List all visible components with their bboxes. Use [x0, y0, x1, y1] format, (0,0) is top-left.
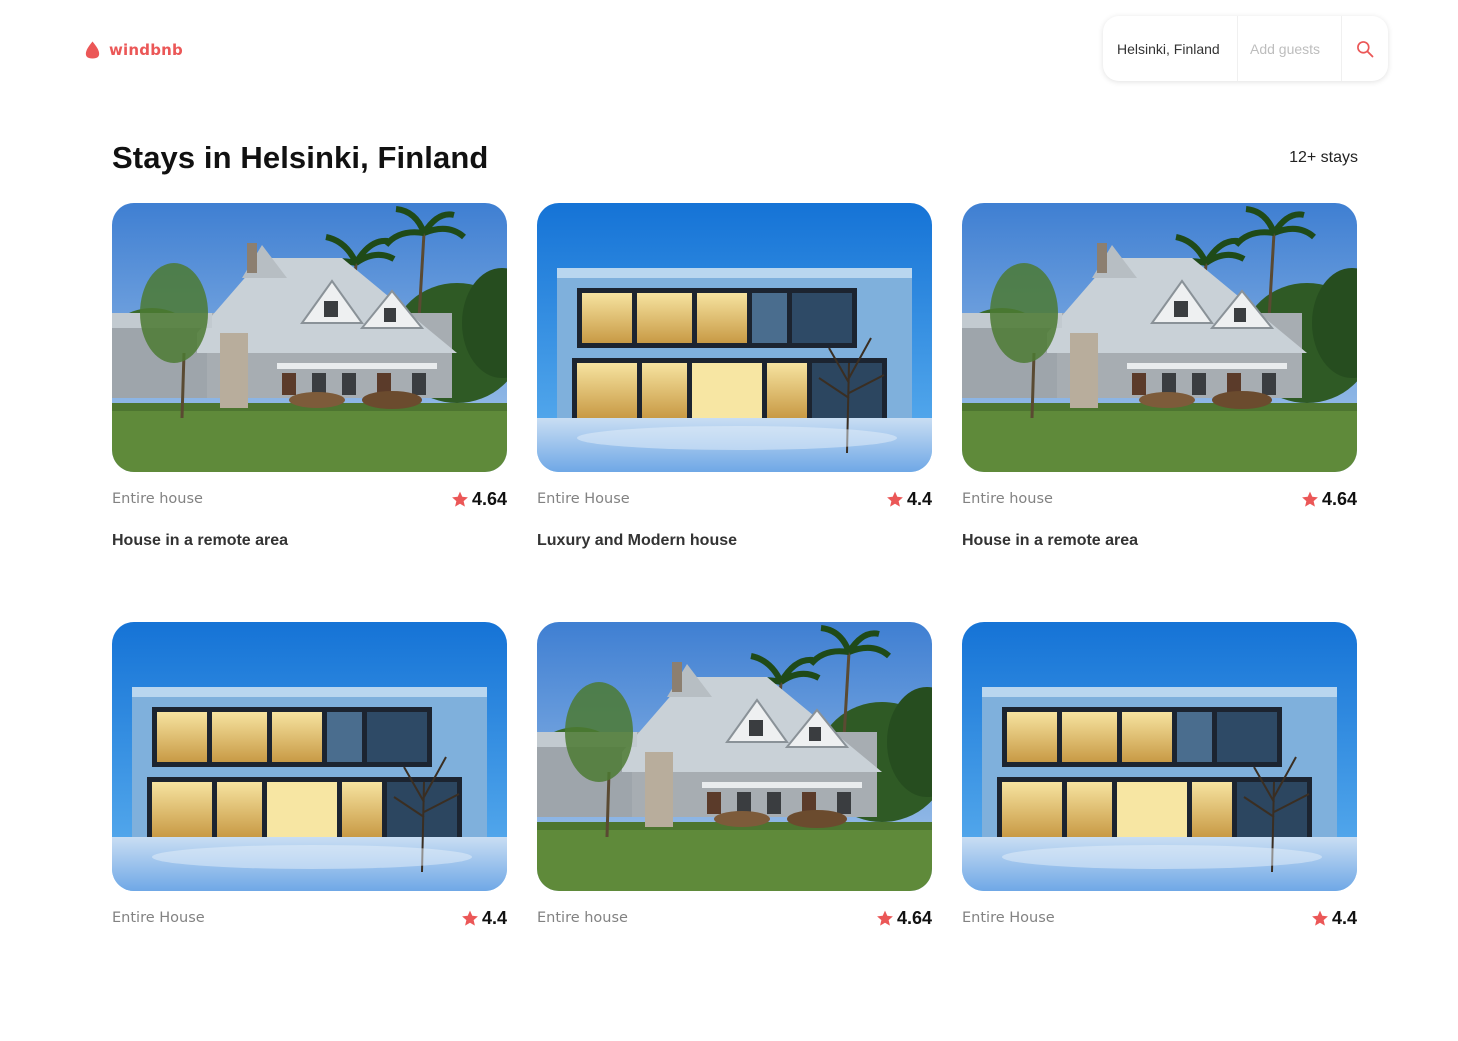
stays-grid: Entire house 4.64 House in a remote area… — [112, 203, 1358, 1041]
stay-rating: 4.64 — [450, 489, 507, 510]
stay-type: Entire house — [962, 491, 1053, 507]
stay-rating: 4.4 — [460, 908, 507, 929]
rating-value: 4.64 — [1321, 488, 1357, 509]
stay-photo[interactable] — [962, 203, 1357, 472]
star-icon — [450, 490, 470, 509]
stay-rating: 4.4 — [885, 489, 932, 510]
page-title: Stays in Helsinki, Finland — [112, 140, 489, 175]
search-bar[interactable]: Helsinki, Finland Add guests — [1103, 16, 1388, 81]
stay-photo[interactable] — [537, 203, 932, 472]
stay-card[interactable]: Entire house 4.64 — [537, 622, 932, 1041]
stay-photo[interactable] — [962, 622, 1357, 891]
stay-card[interactable]: Entire House 4.4 Luxury and Modern house — [537, 203, 932, 622]
star-icon — [460, 909, 480, 928]
stay-card[interactable]: Entire house 4.64 House in a remote area — [962, 203, 1357, 622]
rating-value: 4.4 — [906, 488, 932, 509]
rating-value: 4.4 — [481, 907, 507, 928]
logo-icon — [85, 41, 100, 59]
stay-type: Entire House — [962, 910, 1055, 926]
stay-title[interactable]: House in a remote area — [962, 532, 1138, 550]
search-button[interactable] — [1342, 16, 1388, 81]
stay-photo[interactable] — [537, 622, 932, 891]
stay-card[interactable]: Entire house 4.64 House in a remote area — [112, 203, 507, 622]
star-icon — [885, 490, 905, 509]
brand-logo[interactable]: windbnb — [83, 40, 183, 60]
stay-type: Entire house — [112, 491, 203, 507]
location-field[interactable]: Helsinki, Finland — [1103, 16, 1238, 81]
results-header: Stays in Helsinki, Finland 12+ stays — [112, 140, 1358, 176]
stay-rating: 4.64 — [1300, 489, 1357, 510]
stay-card[interactable]: Entire House 4.4 — [112, 622, 507, 1041]
stay-title[interactable]: Luxury and Modern house — [537, 532, 737, 550]
guests-field[interactable]: Add guests — [1238, 16, 1342, 81]
rating-value: 4.64 — [896, 907, 932, 928]
stay-type: Entire House — [112, 910, 205, 926]
stay-card[interactable]: Entire House 4.4 — [962, 622, 1357, 1041]
star-icon — [875, 909, 895, 928]
top-bar: windbnb Helsinki, Finland Add guests — [0, 0, 1458, 100]
stay-type: Entire House — [537, 491, 630, 507]
stay-count: 12+ stays — [1289, 149, 1358, 166]
rating-value: 4.4 — [1331, 907, 1357, 928]
brand-name: windbnb — [109, 41, 183, 59]
stay-rating: 4.64 — [875, 908, 932, 929]
star-icon — [1310, 909, 1330, 928]
stay-type: Entire house — [537, 910, 628, 926]
rating-value: 4.64 — [471, 488, 507, 509]
star-icon — [1300, 490, 1320, 509]
stay-rating: 4.4 — [1310, 908, 1357, 929]
stay-photo[interactable] — [112, 203, 507, 472]
stay-photo[interactable] — [112, 622, 507, 891]
search-icon — [1357, 40, 1374, 57]
stay-title[interactable]: House in a remote area — [112, 532, 288, 550]
